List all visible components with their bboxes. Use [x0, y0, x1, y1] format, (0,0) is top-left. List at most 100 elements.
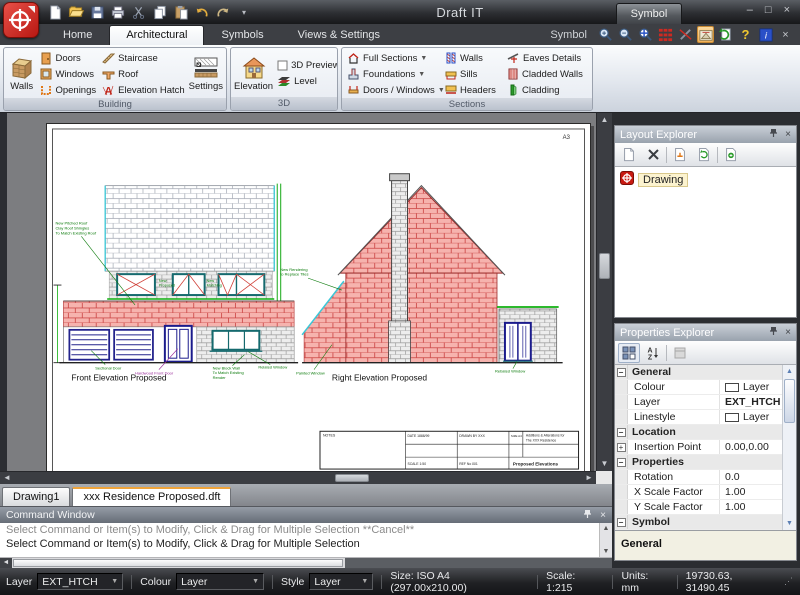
undo-icon[interactable]	[193, 3, 211, 21]
collapse-icon-location[interactable]: −	[617, 428, 626, 437]
cmd-scroll-down-arrow[interactable]: ▼	[600, 546, 612, 557]
pg-scroll-down-arrow[interactable]: ▼	[783, 517, 796, 530]
open-folder-icon[interactable]	[67, 3, 85, 21]
property-row-rotation[interactable]: Rotation 0.0	[615, 470, 796, 485]
command-history[interactable]: Select Command or Item(s) to Modify, Cli…	[0, 523, 612, 557]
collapse-icon-properties[interactable]: −	[617, 458, 626, 467]
vertical-scroll-thumb[interactable]	[599, 253, 610, 279]
drawing-canvas[interactable]: A3	[0, 113, 612, 484]
property-grid-scrollbar[interactable]: ▲ ▼	[782, 365, 796, 530]
property-row-insertion-point[interactable]: + Insertion Point 0.00,0.00	[615, 440, 796, 455]
full-sections-button[interactable]: Full Sections▼	[345, 50, 441, 66]
front-roof-tiles[interactable]	[105, 186, 274, 272]
collapse-icon[interactable]: −	[617, 368, 626, 377]
copy-icon[interactable]	[151, 3, 169, 21]
tab-residence-proposed[interactable]: xxx Residence Proposed.dft	[72, 487, 231, 506]
minimize-button[interactable]: –	[747, 4, 753, 16]
scroll-left-arrow[interactable]: ◄	[0, 472, 14, 484]
level-button[interactable]: Level	[275, 74, 338, 90]
tab-views-settings[interactable]: Views & Settings	[281, 26, 397, 45]
eaves-details-button[interactable]: Eaves Details	[505, 50, 589, 66]
resize-grip[interactable]: ⋰	[784, 576, 794, 587]
windows-button[interactable]: Windows	[38, 66, 98, 82]
foundations-button[interactable]: Foundations▼	[345, 66, 441, 82]
drawing-svg[interactable]: A3	[47, 124, 590, 480]
tab-symbols[interactable]: Symbols	[204, 26, 280, 45]
cladded-walls-button[interactable]: Cladded Walls	[505, 66, 589, 82]
drawing-sheet[interactable]: A3	[46, 123, 591, 481]
qat-more-dropdown-icon[interactable]: ▾	[235, 3, 253, 21]
info-icon[interactable]: i	[757, 26, 774, 43]
status-layer-dropdown[interactable]: EXT_HTCH▼	[37, 573, 123, 590]
right-main-wall[interactable]	[346, 273, 497, 362]
headers-button[interactable]: Headers	[443, 82, 503, 98]
pg-scroll-up-arrow[interactable]: ▲	[783, 365, 796, 378]
refresh-layout-icon[interactable]	[693, 145, 715, 165]
zoom-extents-icon[interactable]	[637, 26, 654, 43]
horizontal-scroll-thumb[interactable]	[335, 474, 369, 482]
right-elevation[interactable]: New Rendering to Replace Tiles Painted W…	[280, 174, 562, 383]
pg-scroll-thumb[interactable]	[784, 379, 795, 423]
new-layout-icon[interactable]	[618, 145, 640, 165]
status-colour-dropdown[interactable]: Layer▼	[176, 573, 264, 590]
print-icon[interactable]	[109, 3, 127, 21]
document-title-tab[interactable]: Symbol	[616, 3, 682, 24]
minimize-ribbon-icon[interactable]: ×	[777, 26, 794, 43]
layout-tree-item-drawing[interactable]: Drawing	[620, 171, 791, 188]
tab-architectural[interactable]: Architectural	[109, 25, 204, 45]
cmd-scroll-up-arrow[interactable]: ▲	[600, 523, 612, 534]
category-location[interactable]: − Location	[615, 425, 796, 440]
sort-alphabetical-icon[interactable]: AZ	[642, 343, 664, 363]
maximize-button[interactable]: □	[765, 4, 772, 16]
scroll-up-arrow[interactable]: ▲	[597, 113, 612, 127]
paste-icon[interactable]	[172, 3, 190, 21]
tab-home[interactable]: Home	[46, 26, 109, 45]
front-ground-window[interactable]	[213, 331, 260, 350]
property-row-layer[interactable]: Layer EXT_HTCH	[615, 395, 796, 410]
snap-toggle-icon[interactable]	[677, 26, 694, 43]
export-layout-icon[interactable]	[669, 145, 691, 165]
command-vertical-scrollbar[interactable]: ▲▼	[599, 523, 612, 557]
scroll-right-arrow[interactable]: ►	[582, 472, 596, 484]
sections-walls-button[interactable]: Walls	[443, 50, 503, 66]
front-elevation[interactable]: New Proposed New Matching	[53, 184, 298, 383]
cladding-button[interactable]: Cladding	[505, 82, 589, 98]
active-drawing-tool-icon[interactable]	[697, 26, 714, 43]
3d-preview-checkbox[interactable]: 3D Preview	[275, 58, 338, 74]
tab-drawing1[interactable]: Drawing1	[2, 487, 70, 506]
layout-close-icon[interactable]: ×	[785, 129, 791, 140]
openings-button[interactable]: Openings	[38, 82, 98, 98]
settings-button[interactable]: Settings	[189, 50, 223, 98]
property-pages-icon[interactable]	[669, 343, 691, 363]
command-close-icon[interactable]: ×	[600, 510, 606, 521]
import-layout-icon[interactable]	[720, 145, 742, 165]
elevation-hatch-button[interactable]: AElevation Hatch	[100, 82, 187, 98]
cmd-hscroll-thumb[interactable]	[13, 559, 343, 567]
category-symbol[interactable]: − Symbol	[615, 515, 796, 530]
front-window-3[interactable]	[219, 274, 265, 295]
application-menu-button[interactable]	[3, 2, 39, 38]
front-door[interactable]	[165, 326, 192, 362]
category-general[interactable]: − General	[615, 365, 796, 380]
canvas-vertical-scrollbar[interactable]: ▲ ▼	[596, 113, 612, 471]
collapse-icon-symbol[interactable]: −	[617, 518, 626, 527]
snap-grid-icon[interactable]	[657, 26, 674, 43]
property-row-yscale[interactable]: Y Scale Factor 1.00	[615, 500, 796, 515]
categorized-view-icon[interactable]	[618, 343, 640, 363]
properties-close-icon[interactable]: ×	[785, 327, 791, 338]
right-side-wing[interactable]	[304, 283, 346, 363]
command-horizontal-scrollbar[interactable]: ◄	[0, 557, 612, 568]
property-row-xscale[interactable]: X Scale Factor 1.00	[615, 485, 796, 500]
cut-icon[interactable]	[130, 3, 148, 21]
status-style-dropdown[interactable]: Layer▼	[309, 573, 373, 590]
canvas-horizontal-scrollbar[interactable]: ◄ ►	[0, 471, 596, 484]
layout-pin-icon[interactable]	[769, 128, 778, 141]
new-document-icon[interactable]	[46, 3, 64, 21]
staircase-button[interactable]: Staircase	[100, 50, 187, 66]
redo-icon[interactable]	[214, 3, 232, 21]
scroll-down-arrow[interactable]: ▼	[597, 457, 612, 471]
property-row-linestyle[interactable]: Linestyle Layer	[615, 410, 796, 425]
front-brick-band[interactable]	[63, 301, 294, 327]
property-row-colour[interactable]: Colour Layer	[615, 380, 796, 395]
command-pin-icon[interactable]	[583, 509, 592, 522]
